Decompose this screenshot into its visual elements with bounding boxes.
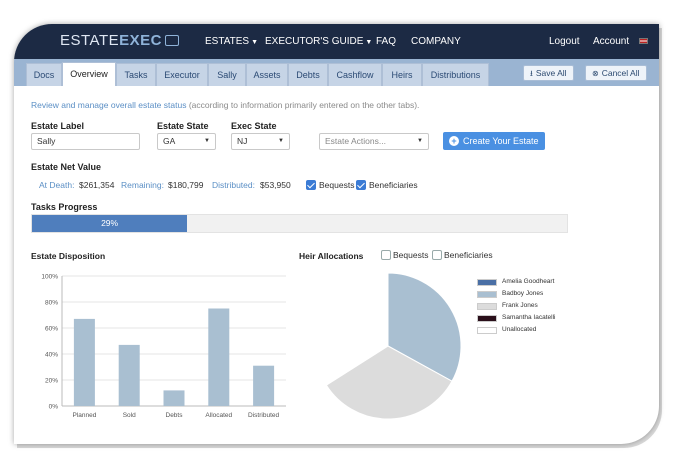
y-tick-label: 40% [45,352,58,359]
legend-swatch [477,327,497,334]
legend-label: Frank Jones [502,302,538,309]
nav-estates[interactable]: ESTATES ▼ [205,36,258,47]
tasks-progress-bar: 29% [31,214,568,233]
plus-circle-icon: + [449,136,459,146]
tasks-progress-fill: 29% [32,215,188,232]
caret-down-icon: ▼ [417,138,423,144]
tab-sally[interactable]: Sally [208,63,246,86]
bequests-checkbox-label: Bequests [319,180,355,190]
bar-allocated [208,308,230,406]
exec-state-label: Exec State [231,121,277,131]
caret-down-icon: ▼ [278,138,284,144]
heir-allocations-title: Heir Allocations [299,251,364,261]
remaining-value: $180,799 [168,180,204,190]
y-tick-label: 100% [41,274,58,281]
distributed-label: Distributed: [212,180,255,190]
tab-overview[interactable]: Overview [62,62,116,86]
caret-down-icon: ▼ [251,39,259,46]
tab-executor[interactable]: Executor [156,63,208,86]
caret-down-icon: ▼ [204,138,210,144]
nav-account[interactable]: Account [593,36,629,47]
download-icon: ⭳ [530,69,533,78]
legend-swatch [477,279,497,286]
save-all-button[interactable]: ⭳ Save All [523,65,574,81]
tab-assets[interactable]: Assets [246,63,288,86]
create-estate-button[interactable]: + Create Your Estate [443,132,545,150]
bar-sold [118,344,140,406]
estate-disposition-chart: 0% 20% 40% 60% 80% 100% Planned Sold Debts Alloca… [41,274,286,419]
bar-planned [73,318,95,406]
distributed-value: $53,950 [260,180,291,190]
x-tick-label: Sold [123,412,136,419]
nav-logout[interactable]: Logout [549,36,580,47]
estate-state-select[interactable]: GA ▼ [157,133,216,150]
at-death-value: $261,354 [79,180,115,190]
cancel-all-button[interactable]: ⊗ Cancel All [585,65,647,81]
caret-down-icon: ▼ [365,39,373,46]
at-death-label: At Death: [39,180,75,190]
y-tick-label: 20% [45,378,58,385]
bar-distributed [253,365,275,406]
estate-label-label: Estate Label [31,121,85,131]
y-tick-label: 80% [45,300,58,307]
tab-bar: Docs Overview Tasks Executor Sally Asset… [14,59,659,86]
estate-disposition-title: Estate Disposition [31,251,106,261]
tasks-progress-title: Tasks Progress [31,202,98,212]
y-tick-label: 0% [49,404,59,411]
legend-label: Unallocated [502,326,537,333]
heir-bequests-checkbox-label: Bequests [393,250,429,260]
estate-label-input[interactable]: Sally [31,133,140,150]
legend-swatch [477,291,497,298]
exec-state-select[interactable]: NJ ▼ [231,133,290,150]
nav-company[interactable]: COMPANY [411,36,461,47]
nav-faq[interactable]: FAQ [376,36,396,47]
beneficiaries-checkbox-label: Beneficiaries [369,180,418,190]
estate-actions-select[interactable]: Estate Actions... ▼ [319,133,429,150]
tab-cashflow[interactable]: Cashflow [328,63,382,86]
heir-beneficiaries-checkbox-label: Beneficiaries [444,250,493,260]
x-tick-label: Planned [72,412,96,419]
app-window: ESTATEEXEC ESTATES ▼ EXECUTOR'S GUIDE ▼ FA… [14,24,659,444]
x-tick-label: Allocated [205,412,232,419]
heir-beneficiaries-checkbox[interactable] [432,250,442,260]
legend-swatch [477,315,497,322]
y-tick-label: 60% [45,326,58,333]
x-tick-label: Debts [166,412,184,419]
tab-tasks[interactable]: Tasks [116,63,156,86]
tab-distributions[interactable]: Distributions [422,63,489,86]
monitor-icon [164,35,179,46]
net-value-title: Estate Net Value [31,162,102,172]
nav-executors-guide[interactable]: EXECUTOR'S GUIDE ▼ [265,36,372,47]
legend-label: Samantha Iacatelli [502,314,556,321]
top-navbar: ESTATEEXEC ESTATES ▼ EXECUTOR'S GUIDE ▼ FA… [14,24,659,59]
tab-docs[interactable]: Docs [26,63,62,86]
remaining-label: Remaining: [121,180,164,190]
beneficiaries-checkbox[interactable] [356,180,366,190]
intro-text: Review and manage overall estate status … [31,100,420,110]
bequests-checkbox[interactable] [306,180,316,190]
tab-debts[interactable]: Debts [288,63,328,86]
legend-label: Badboy Jones [502,290,544,297]
x-tick-label: Distributed [248,412,279,419]
cancel-icon: ⊗ [592,69,599,78]
heir-allocations-chart [314,272,462,420]
legend-label: Amelia Goodheart [502,278,555,285]
screenshot-frame: ESTATEEXEC ESTATES ▼ EXECUTOR'S GUIDE ▼ FA… [0,0,673,462]
estate-state-label: Estate State [157,121,209,131]
tab-heirs[interactable]: Heirs [382,63,422,86]
heir-bequests-checkbox[interactable] [381,250,391,260]
legend-swatch [477,303,497,310]
brand-logo[interactable]: ESTATEEXEC [60,32,179,49]
bar-debts [163,390,185,406]
us-flag-icon[interactable] [639,38,648,44]
